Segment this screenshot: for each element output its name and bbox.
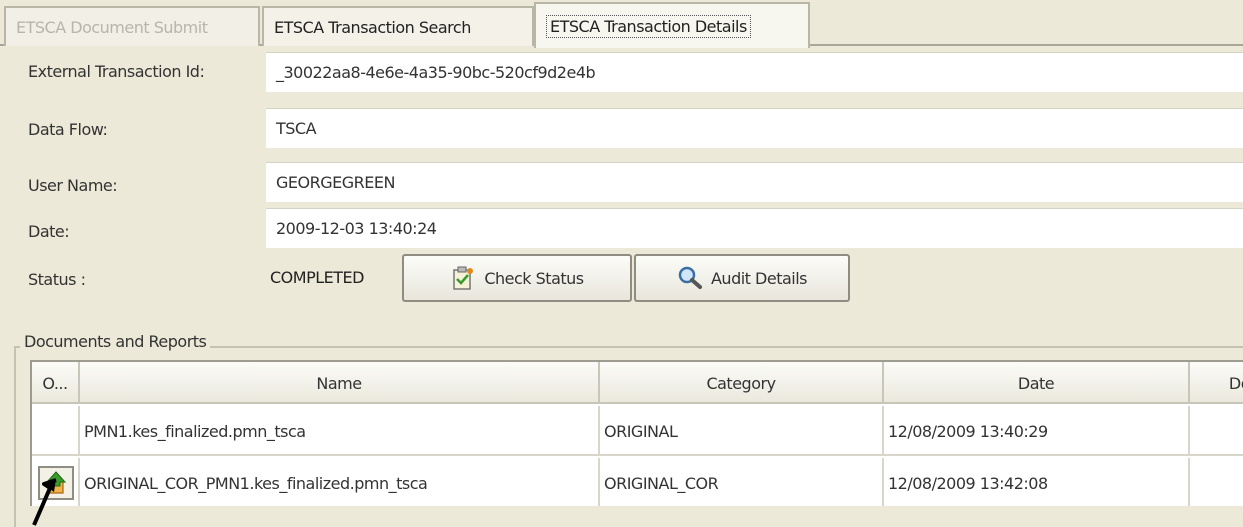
tab-strip: ETSCA Document Submit ETSCA Transaction … bbox=[0, 0, 1243, 48]
row-date: 12/08/2009 13:40:29 bbox=[884, 406, 1190, 456]
magnifier-icon bbox=[678, 266, 702, 289]
audit-details-label: Audit Details bbox=[710, 268, 808, 288]
column-header-name[interactable]: Name bbox=[80, 362, 600, 404]
audit-details-button[interactable]: Audit Details bbox=[634, 254, 850, 302]
date-field[interactable]: 2009-12-03 13:40:24 bbox=[266, 208, 1243, 248]
check-status-button[interactable]: Check Status bbox=[402, 254, 632, 302]
tab-transaction-details[interactable]: ETSCA Transaction Details bbox=[534, 2, 810, 48]
row-category: ORIGINAL bbox=[600, 406, 884, 456]
row-document-cell bbox=[1190, 406, 1243, 456]
clipboard-check-icon bbox=[453, 266, 474, 290]
row-date: 12/08/2009 13:42:08 bbox=[884, 458, 1190, 508]
table-row[interactable]: PMN1.kes_finalized.pmn_tsca ORIGINAL 12/… bbox=[32, 406, 1243, 456]
documents-group-title: Documents and Reports bbox=[20, 332, 211, 351]
external-id-value: _30022aa8-4e6e-4a35-90bc-520cf9d2e4b bbox=[276, 63, 596, 82]
username-field[interactable]: GEORGEGREEN bbox=[266, 162, 1243, 202]
tab-label: ETSCA Transaction Search bbox=[274, 17, 471, 37]
row-name: PMN1.kes_finalized.pmn_tsca bbox=[80, 406, 600, 456]
row-open-cell bbox=[32, 406, 80, 456]
dataflow-label: Data Flow: bbox=[28, 120, 108, 139]
column-header-date[interactable]: Date bbox=[884, 362, 1190, 404]
check-status-label: Check Status bbox=[484, 268, 584, 288]
date-value: 2009-12-03 13:40:24 bbox=[276, 219, 437, 238]
column-header-category[interactable]: Category bbox=[600, 362, 884, 404]
table-header: O... Name Category Date Do bbox=[32, 362, 1243, 404]
documents-table: O... Name Category Date Do PMN1.kes_fina… bbox=[30, 360, 1243, 527]
tab-transaction-search[interactable]: ETSCA Transaction Search bbox=[262, 6, 534, 46]
row-category: ORIGINAL_COR bbox=[600, 458, 884, 508]
black-arrow-pointer-icon bbox=[32, 478, 57, 526]
dataflow-value: TSCA bbox=[276, 119, 317, 138]
tab-label: ETSCA Document Submit bbox=[16, 17, 208, 37]
table-empty-area bbox=[30, 506, 1243, 527]
dataflow-field[interactable]: TSCA bbox=[266, 108, 1243, 148]
row-name: ORIGINAL_COR_PMN1.kes_finalized.pmn_tsca bbox=[80, 458, 600, 508]
column-header-document[interactable]: Do bbox=[1190, 362, 1243, 404]
status-label: Status : bbox=[28, 270, 86, 289]
row-document-cell bbox=[1190, 458, 1243, 508]
date-label: Date: bbox=[28, 222, 70, 241]
username-value: GEORGEGREEN bbox=[276, 173, 395, 192]
table-row[interactable]: ORIGINAL_COR_PMN1.kes_finalized.pmn_tsca… bbox=[32, 458, 1243, 508]
external-id-label: External Transaction Id: bbox=[28, 62, 205, 81]
tab-label: ETSCA Transaction Details bbox=[546, 14, 751, 38]
column-header-open[interactable]: O... bbox=[32, 362, 80, 404]
status-value: COMPLETED bbox=[270, 268, 364, 287]
username-label: User Name: bbox=[28, 176, 118, 195]
external-id-field[interactable]: _30022aa8-4e6e-4a35-90bc-520cf9d2e4b bbox=[266, 52, 1243, 92]
tab-document-submit: ETSCA Document Submit bbox=[4, 6, 260, 46]
